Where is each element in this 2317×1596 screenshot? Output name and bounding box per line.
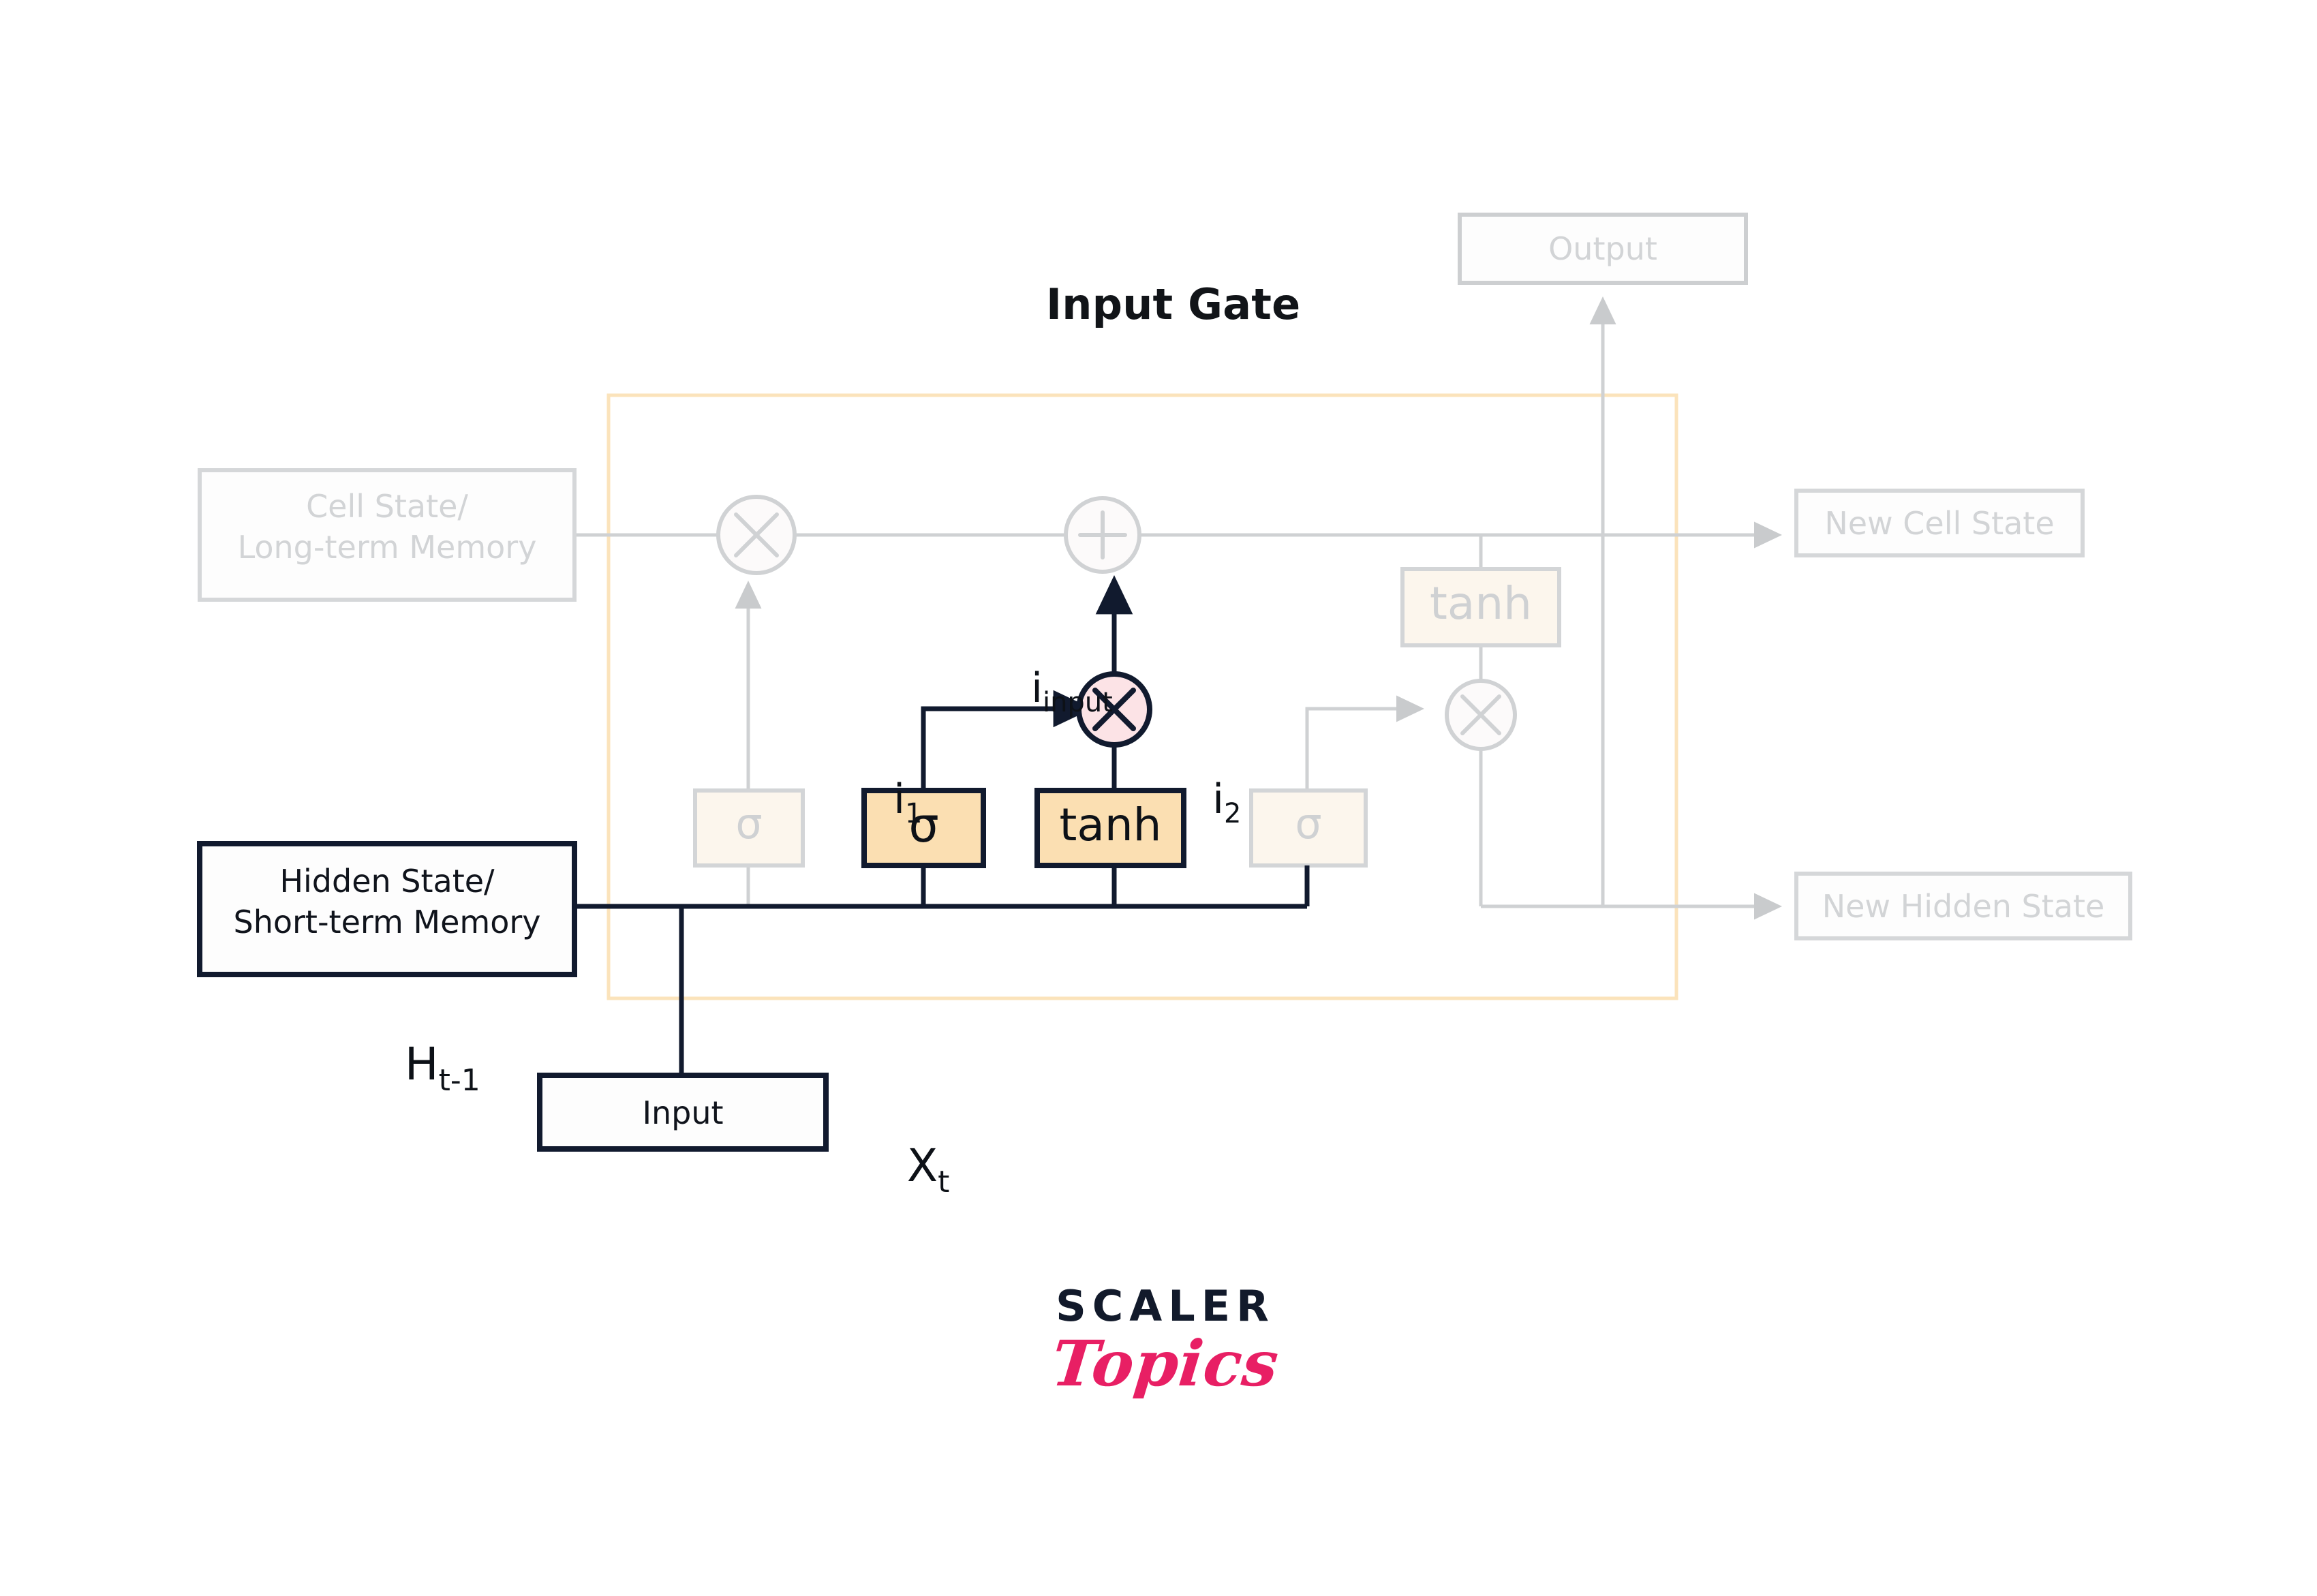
i-two-base: i bbox=[1212, 776, 1224, 823]
input-label: Input bbox=[642, 1094, 724, 1131]
i-one-base: i bbox=[893, 776, 905, 823]
i-input-base: i bbox=[1031, 664, 1043, 712]
i-two-sub: 2 bbox=[1223, 798, 1242, 829]
output-sigmoid-label: σ bbox=[1295, 799, 1322, 848]
x-t-sub: t bbox=[938, 1165, 950, 1199]
page-title: Input Gate bbox=[1046, 279, 1301, 329]
logo-primary-text: SCALER bbox=[1056, 1281, 1275, 1331]
output-label: Output bbox=[1548, 230, 1657, 267]
cell-state-label-line1: Cell State/ bbox=[306, 488, 468, 525]
i-input-sub: input bbox=[1042, 687, 1113, 718]
i-two-label: i2 bbox=[1161, 728, 1241, 871]
i-input-label: iinput bbox=[979, 617, 1113, 760]
hidden-state-label-line2: Short-term Memory bbox=[233, 904, 541, 940]
h-prev-base: H bbox=[404, 1038, 439, 1090]
h-prev-sub: t-1 bbox=[438, 1063, 480, 1098]
i-one-sub: 1 bbox=[904, 798, 923, 829]
cell-tanh-label: tanh bbox=[1430, 577, 1532, 630]
i-one-label: i1 bbox=[842, 728, 922, 871]
cell-state-label-line2: Long-term Memory bbox=[237, 529, 537, 566]
new-cell-state-label: New Cell State bbox=[1824, 505, 2055, 542]
scaler-topics-logo: SCALER Topics bbox=[1048, 1281, 1283, 1400]
x-t-base: X bbox=[906, 1139, 938, 1192]
logo-secondary-text: Topics bbox=[1048, 1327, 1283, 1400]
h-prev-label: Ht-1 bbox=[348, 985, 480, 1143]
diagram-canvas: Input Gate Cell State/ Long-term Memory … bbox=[0, 0, 2317, 1596]
hidden-state-label-line1: Hidden State/ bbox=[279, 863, 495, 900]
forget-sigmoid-label: σ bbox=[735, 799, 763, 848]
x-t-label: Xt bbox=[850, 1087, 949, 1244]
new-hidden-state-label: New Hidden State bbox=[1822, 888, 2105, 925]
